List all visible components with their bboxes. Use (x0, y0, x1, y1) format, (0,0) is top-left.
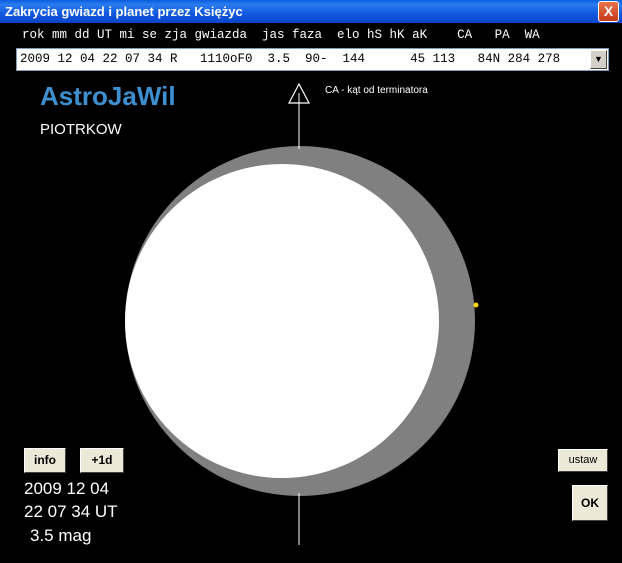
close-button[interactable]: X (598, 1, 619, 22)
star-icon (473, 302, 479, 308)
magnitude-readout: 3.5 mag (30, 526, 92, 545)
time-readout: 22 07 34 UT (24, 502, 118, 521)
info-button[interactable]: info (24, 448, 66, 473)
moon-lit-side (125, 164, 439, 478)
ustaw-button[interactable]: ustaw (558, 449, 608, 472)
date-readout: 2009 12 04 (24, 479, 110, 498)
location-label: PIOTRKOW (40, 121, 122, 138)
title-bar: Zakrycia gwiazd i planet przez Księżyc X (0, 0, 622, 23)
ok-button[interactable]: OK (572, 485, 608, 521)
window-title: Zakrycia gwiazd i planet przez Księżyc (5, 4, 243, 19)
app-name: AstroJaWil (40, 81, 176, 111)
main-content: rok mm dd UT mi se zja gwiazda jas faza … (0, 23, 622, 563)
ca-note: CA - kąt od terminatora (325, 85, 428, 96)
next-day-button[interactable]: +1d (80, 448, 124, 473)
